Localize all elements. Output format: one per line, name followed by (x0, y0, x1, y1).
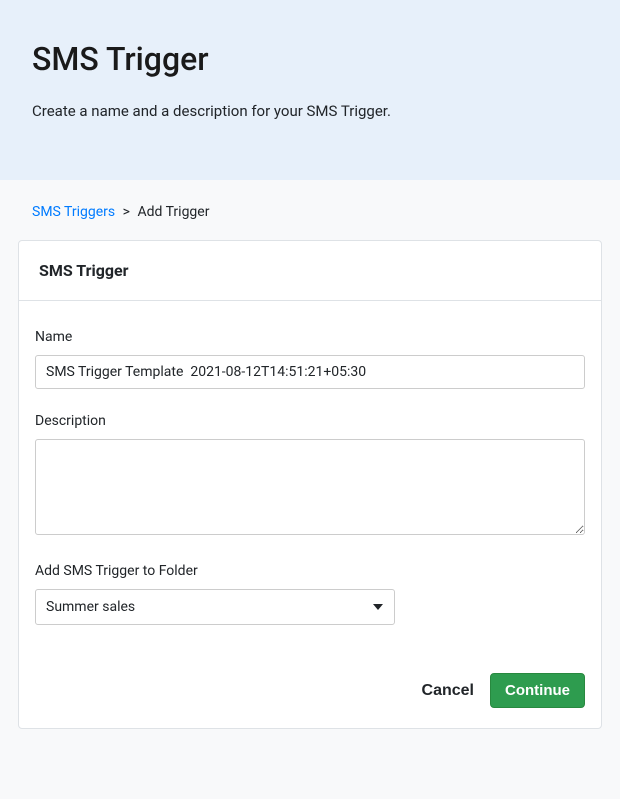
form-group-description: Description (35, 413, 585, 539)
name-input[interactable] (35, 355, 585, 389)
folder-label: Add SMS Trigger to Folder (35, 563, 585, 579)
breadcrumb-current: Add Trigger (137, 204, 209, 220)
page-title: SMS Trigger (32, 40, 588, 78)
breadcrumb-separator: > (123, 204, 130, 220)
description-textarea[interactable] (35, 439, 585, 535)
page-header: SMS Trigger Create a name and a descript… (0, 0, 620, 180)
folder-select-wrap: Summer sales (35, 589, 395, 625)
page-subtitle: Create a name and a description for your… (32, 102, 588, 120)
card-header-title: SMS Trigger (39, 261, 581, 280)
cancel-button[interactable]: Cancel (420, 678, 476, 704)
form-group-name: Name (35, 329, 585, 389)
actions-row: Cancel Continue (35, 673, 585, 708)
name-label: Name (35, 329, 585, 345)
card-body: Name Description Add SMS Trigger to Fold… (19, 301, 601, 728)
folder-select[interactable]: Summer sales (35, 589, 395, 625)
breadcrumb: SMS Triggers > Add Trigger (32, 204, 604, 220)
continue-button[interactable]: Continue (490, 673, 585, 708)
form-card: SMS Trigger Name Description Add SMS Tri… (18, 240, 602, 729)
content-area: SMS Triggers > Add Trigger SMS Trigger N… (0, 180, 620, 753)
card-header: SMS Trigger (19, 241, 601, 301)
form-group-folder: Add SMS Trigger to Folder Summer sales (35, 563, 585, 625)
breadcrumb-link-sms-triggers[interactable]: SMS Triggers (32, 204, 115, 220)
description-label: Description (35, 413, 585, 429)
